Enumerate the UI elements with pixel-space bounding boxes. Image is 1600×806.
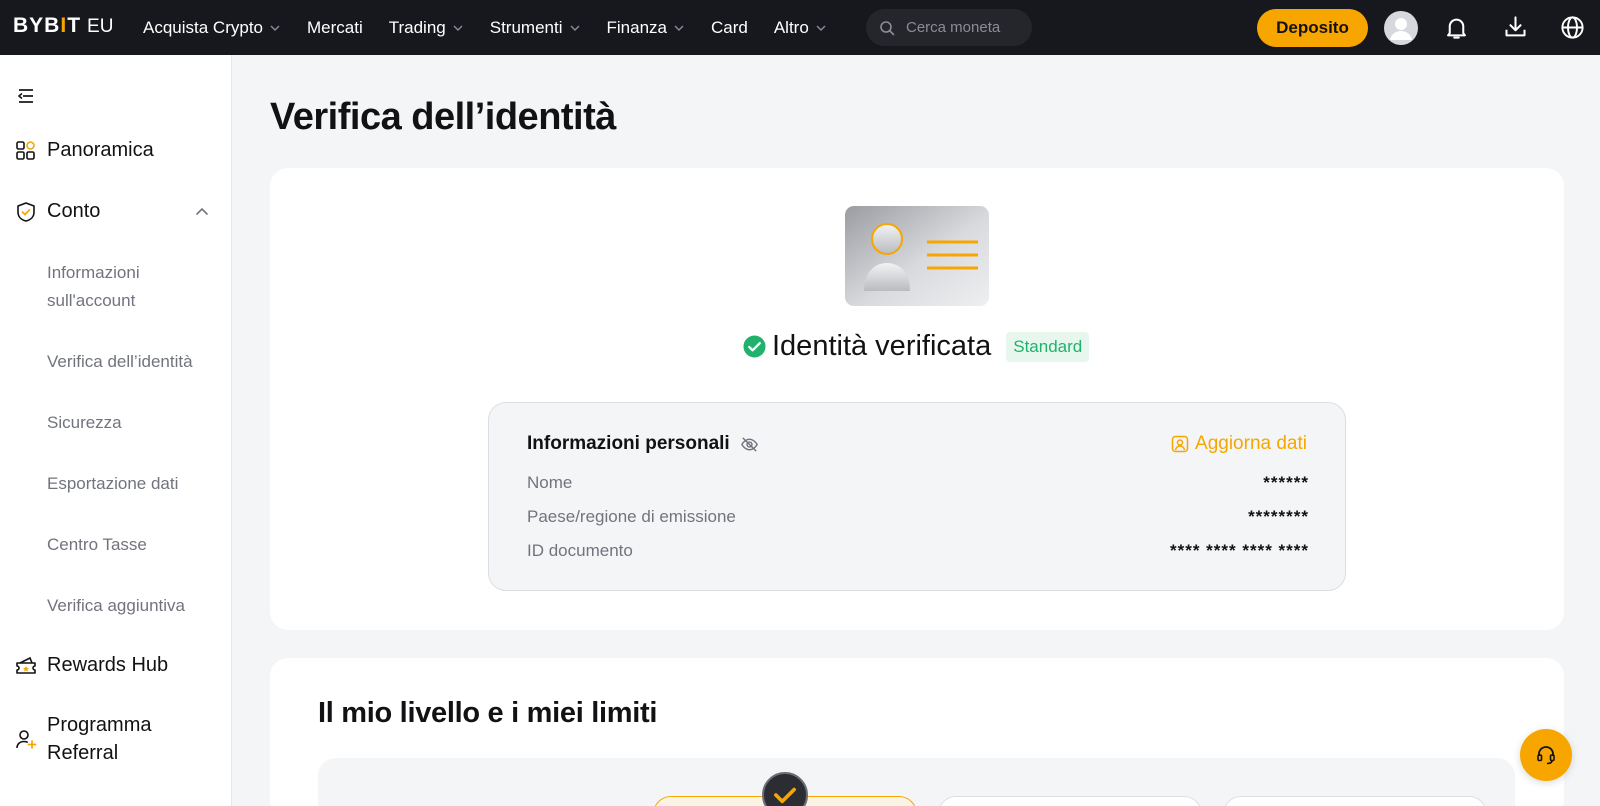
sidebar-item-identity-verification[interactable]: Verifica dell’identità xyxy=(47,348,193,376)
status-badge: Standard xyxy=(1006,331,1090,362)
update-data-link[interactable]: Aggiorna dati xyxy=(1171,433,1307,455)
nav-item-altro[interactable]: Altro xyxy=(774,18,827,38)
nav-item-card[interactable]: Card xyxy=(711,18,748,38)
shield-check-icon xyxy=(17,201,35,222)
sidebar-item-data-export[interactable]: Esportazione dati xyxy=(47,470,178,498)
gift-ticket-icon xyxy=(16,656,36,674)
chevron-up-icon[interactable] xyxy=(194,204,210,220)
sidebar-item-additional-verification[interactable]: Verifica aggiuntiva xyxy=(47,592,185,620)
page-title: Verifica dell’identità xyxy=(270,96,616,138)
personal-info-panel: Informazioni personali Aggiorna dati Nom… xyxy=(488,402,1346,591)
level-tier-3[interactable] xyxy=(1223,796,1487,806)
sidebar-item-panoramica[interactable]: Panoramica xyxy=(15,139,154,162)
info-row-country: Paese/regione di emissione ******** xyxy=(527,507,1309,526)
nav-item-mercati[interactable]: Mercati xyxy=(307,18,363,38)
referral-user-icon xyxy=(16,730,37,749)
account-sidebar: Panoramica Conto Informazioni sull'accou… xyxy=(0,55,232,806)
personal-info-title: Informazioni personali xyxy=(527,433,759,455)
sidebar-item-referral[interactable]: Programma Referral xyxy=(15,711,167,767)
level-tiers-panel xyxy=(318,758,1515,806)
search-input[interactable] xyxy=(906,19,1026,36)
avatar[interactable] xyxy=(1384,11,1418,45)
bybit-logo[interactable]: BYB I T EU xyxy=(13,14,113,38)
sidebar-item-conto[interactable]: Conto xyxy=(15,200,100,223)
bell-icon[interactable] xyxy=(1443,14,1470,41)
nav-item-acquista-crypto[interactable]: Acquista Crypto xyxy=(143,18,281,38)
info-row-document-id: ID documento **** **** **** **** xyxy=(527,541,1309,560)
chevron-down-icon xyxy=(674,25,684,31)
sidebar-item-rewards-hub[interactable]: Rewards Hub xyxy=(15,654,168,677)
main-menu: Acquista Crypto Mercati Trading Strumenti Fi… xyxy=(143,0,853,55)
chevron-down-icon xyxy=(270,25,280,31)
verification-status-text: Identità verificata xyxy=(772,330,992,362)
nav-item-strumenti[interactable]: Strumenti xyxy=(490,18,581,38)
top-navigation-bar: BYB I T EU Acquista Crypto Mercati Trading Str… xyxy=(0,0,1600,55)
headset-icon xyxy=(1537,746,1555,765)
chevron-down-icon xyxy=(570,25,579,31)
search-box[interactable] xyxy=(866,9,1032,46)
sidebar-item-account-info[interactable]: Informazioni sull'account xyxy=(47,259,207,315)
search-icon xyxy=(880,20,895,35)
download-icon[interactable] xyxy=(1502,14,1529,41)
sidebar-item-tax-center[interactable]: Centro Tasse xyxy=(47,531,147,559)
support-chat-button[interactable] xyxy=(1520,729,1572,781)
user-card-icon xyxy=(1171,435,1189,453)
verification-status: Identità verificata Standard xyxy=(743,330,1090,363)
deposit-button[interactable]: Deposito xyxy=(1257,9,1368,47)
check-circle-icon xyxy=(743,335,766,358)
eye-off-icon[interactable] xyxy=(740,435,759,454)
globe-icon[interactable] xyxy=(1559,14,1586,41)
level-tier-2[interactable] xyxy=(938,796,1202,806)
collapse-sidebar-icon[interactable] xyxy=(15,85,37,107)
info-row-name: Nome ****** xyxy=(527,473,1309,492)
chevron-down-icon xyxy=(453,25,463,31)
id-card-illustration xyxy=(845,206,989,306)
level-limits-title: Il mio livello e i miei limiti xyxy=(318,697,658,729)
sidebar-item-security[interactable]: Sicurezza xyxy=(47,409,122,437)
chevron-down-icon xyxy=(816,25,826,31)
nav-item-trading[interactable]: Trading xyxy=(389,18,464,38)
nav-item-finanza[interactable]: Finanza xyxy=(607,18,685,38)
dashboard-icon xyxy=(16,140,35,160)
level-medal-icon xyxy=(762,772,808,806)
